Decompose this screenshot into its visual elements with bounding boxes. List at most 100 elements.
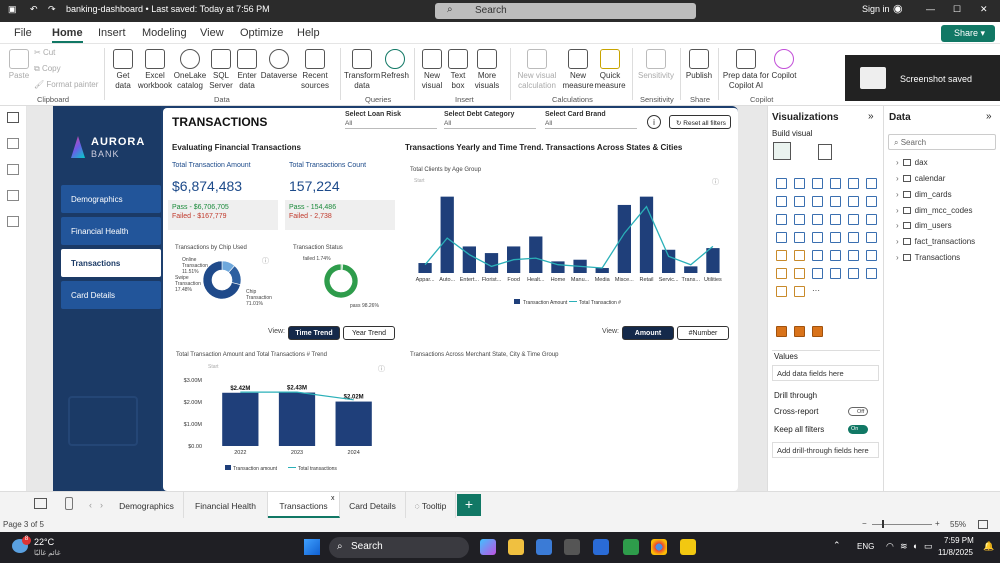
windows-start-icon[interactable] (304, 539, 320, 555)
r-visual-icon[interactable] (866, 232, 877, 243)
quick-measure-button[interactable]: Quick measure (594, 49, 626, 91)
xbox-icon[interactable] (623, 539, 639, 555)
taskbar-search[interactable]: ⌕ Search (329, 537, 469, 558)
powerapps-icon[interactable] (776, 268, 787, 279)
text-box-button[interactable]: Text box (446, 49, 470, 91)
clustered-bar-icon[interactable] (812, 178, 823, 189)
year-bar-chart[interactable]: $0.00 $1.00M $2.00M $3.00M $2.42M 2022 $2.43M 2… (168, 366, 394, 478)
dax-view-icon[interactable] (7, 190, 19, 201)
chrome-icon[interactable] (651, 539, 667, 555)
tmdl-view-icon[interactable] (7, 216, 19, 227)
decomposition-icon[interactable] (812, 250, 823, 261)
prep-copilot-button[interactable]: Prep data for Copilot AI (722, 49, 770, 91)
zoom-slider-handle[interactable] (882, 520, 884, 528)
map-icon[interactable] (830, 214, 841, 225)
key-influencers-icon[interactable] (794, 250, 805, 261)
chip-info-icon[interactable]: ⓘ (262, 256, 269, 266)
custom-visual-3-icon[interactable] (812, 326, 823, 337)
sensitivity-button[interactable]: Sensitivity (636, 49, 676, 81)
wifi-icon[interactable]: ≋ (900, 541, 908, 552)
table-dim-mcc-codes[interactable]: › dim_mcc_codes (896, 206, 972, 215)
more-icon[interactable]: ··· (812, 286, 823, 297)
page-tab-tooltip[interactable]: ◌ Tooltip (406, 492, 456, 518)
transform-data-button[interactable]: Transform data (344, 49, 380, 91)
matrix-icon[interactable] (848, 232, 859, 243)
format-visual-icon[interactable] (818, 144, 832, 160)
share-button[interactable]: Share ▾ (941, 25, 995, 42)
prev-page-icon[interactable]: ‹ (89, 500, 92, 510)
info-icon[interactable]: i (647, 115, 661, 129)
table-calendar[interactable]: › calendar (896, 174, 945, 183)
cut-button[interactable]: ✂ Cut (34, 48, 55, 58)
100-column-icon[interactable] (866, 178, 877, 189)
notification-icon[interactable]: 🔔 (983, 541, 994, 552)
tab-help[interactable]: Help (297, 27, 320, 39)
tab-modeling[interactable]: Modeling (142, 27, 187, 39)
excel-button[interactable]: Excel workbook (136, 49, 174, 91)
nav-transactions[interactable]: Transactions (61, 249, 161, 277)
refresh-button[interactable]: Refresh (380, 49, 410, 81)
reset-filters-button[interactable]: ↻ Reset all filters (669, 115, 731, 129)
clustered-column-icon[interactable] (830, 178, 841, 189)
waterfall-icon[interactable] (848, 196, 859, 207)
nav-card-details[interactable]: Card Details (61, 281, 161, 309)
nav-financial-health[interactable]: Financial Health (61, 217, 161, 245)
page-tab-transactions[interactable]: Transactions (268, 492, 340, 518)
add-page-button[interactable]: + (457, 494, 481, 516)
copilot-button[interactable]: Copilot (770, 49, 798, 81)
category-bar-chart[interactable]: Appar... Auto... Entert... Florist... Food He… (406, 180, 730, 310)
table-fact-transactions[interactable]: › fact_transactions (896, 237, 975, 246)
time-trend-button[interactable]: Time Trend (288, 326, 340, 340)
slicer-icon[interactable] (812, 232, 823, 243)
new-visual-calculation-button[interactable]: New visual calculation (514, 49, 560, 91)
ribbon-icon[interactable] (830, 196, 841, 207)
fit-page-icon[interactable] (978, 520, 988, 529)
build-visual-icon[interactable] (773, 142, 791, 160)
treemap-icon[interactable] (812, 214, 823, 225)
donut-icon[interactable] (794, 214, 805, 225)
tab-file[interactable]: File (14, 27, 32, 39)
onelake-button[interactable]: OneLake catalog (173, 49, 207, 91)
table-icon[interactable] (830, 232, 841, 243)
column-icon[interactable] (794, 178, 805, 189)
recent-sources-button[interactable]: Recent sources (298, 49, 332, 91)
custom-visual-2-icon[interactable] (794, 326, 805, 337)
values-drop-zone[interactable]: Add data fields here (772, 365, 879, 381)
screenshot-toast[interactable]: Screenshot saved (845, 55, 1000, 101)
paginated-icon[interactable] (866, 250, 877, 261)
year-trend-button[interactable]: Year Trend (343, 326, 395, 340)
sql-button[interactable]: SQL Server (208, 49, 234, 91)
status-donut-chart[interactable] (322, 262, 360, 300)
copilot-app-icon[interactable] (480, 539, 496, 555)
diamond-icon[interactable] (776, 286, 787, 297)
stacked-area-icon[interactable] (812, 196, 823, 207)
debt-category-slicer[interactable]: Select Debt Category All (444, 111, 536, 129)
save-icon[interactable]: ▣ (8, 4, 17, 15)
volume-icon[interactable]: ◖ (912, 541, 917, 551)
signin-link[interactable]: Sign in (862, 4, 890, 14)
tab-optimize[interactable]: Optimize (240, 27, 283, 39)
store-icon[interactable] (536, 539, 552, 555)
shape-map-icon[interactable] (830, 268, 841, 279)
arcgis-icon[interactable] (794, 286, 805, 297)
table-view-icon[interactable] (7, 138, 19, 149)
model-view-icon[interactable] (7, 164, 19, 175)
kpi-icon[interactable] (794, 232, 805, 243)
copy-button[interactable]: ⧉ Copy (34, 64, 61, 74)
language-indicator[interactable]: ENG (857, 542, 874, 551)
table-dim-users[interactable]: › dim_users (896, 221, 952, 230)
search-box[interactable]: ⌕ Search (435, 3, 696, 19)
stacked-bar-icon[interactable] (776, 178, 787, 189)
funnel-icon[interactable] (812, 268, 823, 279)
table-dim-cards[interactable]: › dim_cards (896, 190, 952, 199)
battery-icon[interactable]: ▭ (924, 541, 933, 552)
tab-insert[interactable]: Insert (98, 27, 126, 39)
format-painter-button[interactable]: 🖌 Format painter (34, 80, 98, 90)
qa-icon[interactable] (830, 250, 841, 261)
minimize-icon[interactable]: — (926, 4, 935, 14)
area-icon[interactable] (794, 196, 805, 207)
zoom-in-icon[interactable]: + (935, 519, 940, 528)
pie-icon[interactable] (776, 214, 787, 225)
page-tab-card-details[interactable]: Card Details (340, 492, 406, 518)
report-view-icon[interactable] (7, 112, 19, 123)
